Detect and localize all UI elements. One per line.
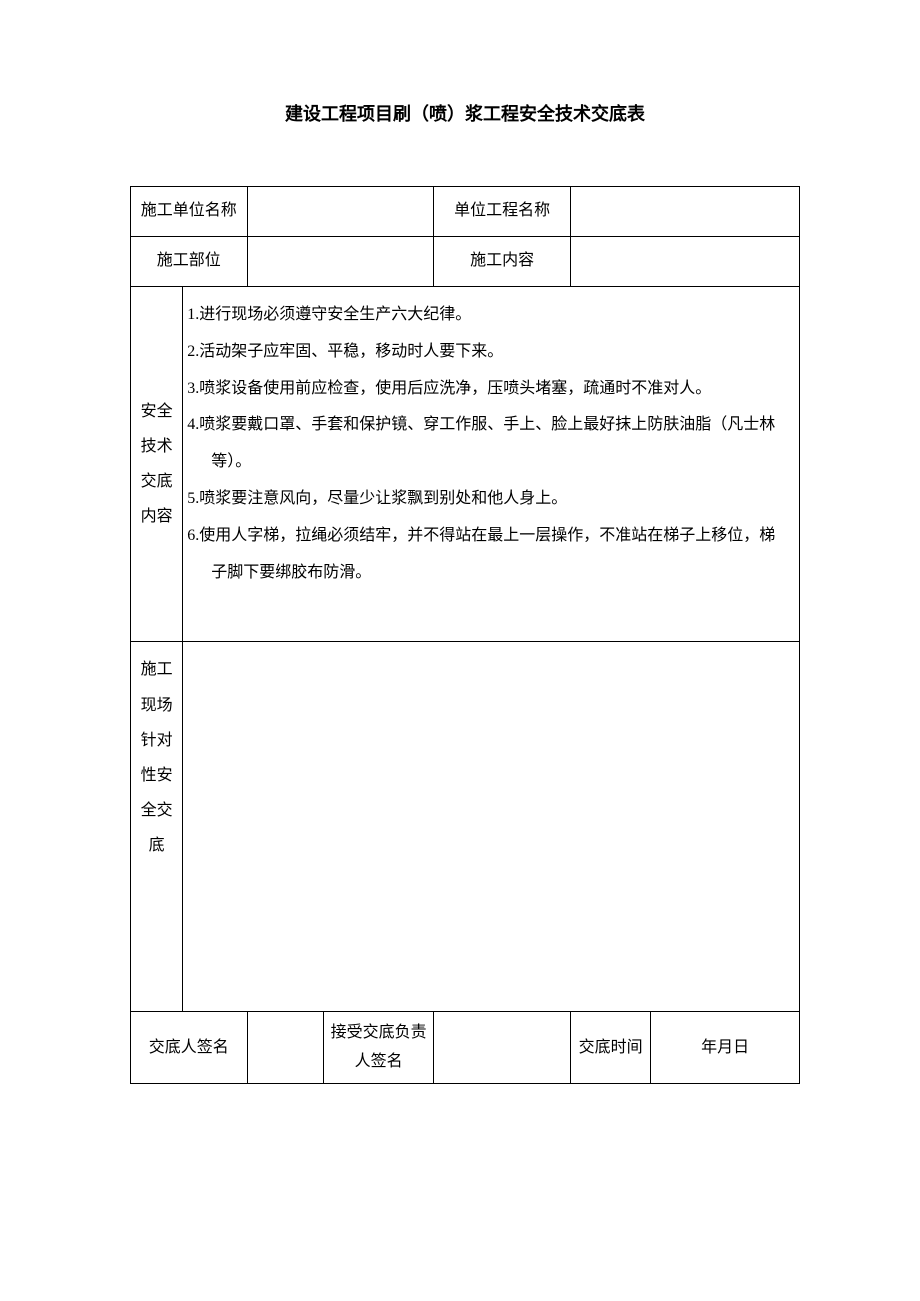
row-construction-info: 施工部位 施工内容 [131,237,800,287]
safety-item-4: 4.喷浆要戴口罩、手套和保护镜、穿工作服、手上、脸上最好抹上防肤油脂（凡士林等）… [187,407,791,481]
label-disclosure-time: 交底时间 [570,1012,650,1084]
label-safety-disclosure: 安全技术交底内容 [131,287,183,642]
safety-item-2: 2.活动架子应牢固、平稳，移动时人要下来。 [187,334,791,371]
label-construction-content: 施工内容 [434,237,571,287]
document-title: 建设工程项目刷（喷）浆工程安全技术交底表 [130,100,800,126]
row-unit-names: 施工单位名称 单位工程名称 [131,187,800,237]
page-container: 建设工程项目刷（喷）浆工程安全技术交底表 施工单位名称 单位工程名称 施工部位 … [0,0,920,1084]
value-receiver-sign[interactable] [434,1012,571,1084]
value-construction-unit[interactable] [247,187,434,237]
label-construction-part: 施工部位 [131,237,248,287]
label-discloser-sign: 交底人签名 [131,1012,248,1084]
value-construction-content[interactable] [570,237,799,287]
value-discloser-sign[interactable] [247,1012,323,1084]
site-specific-body[interactable] [183,642,800,1012]
row-signatures: 交底人签名 接受交底负责人签名 交底时间 年月日 [131,1012,800,1084]
form-table: 施工单位名称 单位工程名称 施工部位 施工内容 安全技术交底内容 1.进行现场必… [130,186,800,1084]
value-disclosure-time[interactable]: 年月日 [651,1012,800,1084]
row-safety-content: 安全技术交底内容 1.进行现场必须遵守安全生产六大纪律。 2.活动架子应牢固、平… [131,287,800,642]
safety-item-1: 1.进行现场必须遵守安全生产六大纪律。 [187,297,791,334]
safety-item-5: 5.喷浆要注意风向，尽量少让浆飘到别处和他人身上。 [187,481,791,518]
value-construction-part[interactable] [247,237,434,287]
label-receiver-sign: 接受交底负责人签名 [323,1012,433,1084]
value-project-name[interactable] [570,187,799,237]
safety-item-3: 3.喷浆设备使用前应检查，使用后应洗净，压喷头堵塞，疏通时不准对人。 [187,371,791,408]
label-construction-unit: 施工单位名称 [131,187,248,237]
safety-item-6: 6.使用人字梯，拉绳必须结牢，并不得站在最上一层操作，不准站在梯子上移位，梯子脚… [187,518,791,592]
label-project-name: 单位工程名称 [434,187,571,237]
safety-content-body: 1.进行现场必须遵守安全生产六大纪律。 2.活动架子应牢固、平稳，移动时人要下来… [183,287,800,642]
label-site-specific: 施工现场针对性安全交底 [131,642,183,1012]
row-site-specific: 施工现场针对性安全交底 [131,642,800,1012]
